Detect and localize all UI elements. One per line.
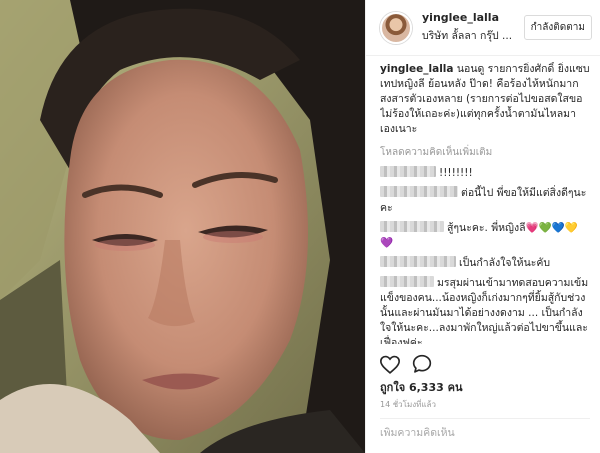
redacted-username[interactable] xyxy=(380,256,456,267)
location-link[interactable]: บริษัท ลั้ลลา กรุ๊ป ... xyxy=(422,27,524,44)
load-more-comments-link[interactable]: โหลดความคิดเห็นเพิ่มเติม xyxy=(380,145,590,160)
comment-text: มรสุมผ่านเข้ามาทดสอบความเข้มแข็งของคน...… xyxy=(380,277,589,344)
comment-item: !!!!!!!! xyxy=(380,166,590,181)
post-header: yinglee_lalla บริษัท ลั้ลลา กรุ๊ป ... กำ… xyxy=(366,0,600,56)
post-photo xyxy=(0,0,365,453)
heart-outline-icon[interactable] xyxy=(380,355,400,374)
header-text: yinglee_lalla บริษัท ลั้ลลา กรุ๊ป ... xyxy=(422,11,524,44)
comment-item: สู้ๆนะคะ. พี่หญิงลี💗💚💙💛💜 xyxy=(380,221,590,251)
like-count[interactable]: ถูกใจ 6,333 คน xyxy=(380,378,462,396)
post-caption: yinglee_lalla นอนดู รายการยิ่งศักดิ์ ยิ่… xyxy=(380,62,590,137)
post-side-panel: yinglee_lalla บริษัท ลั้ลลา กรุ๊ป ... กำ… xyxy=(365,0,600,453)
speech-bubble-icon[interactable] xyxy=(412,354,432,374)
comment-item: เป็นกำลังใจให้นะคับ xyxy=(380,256,590,271)
following-button[interactable]: กำลังติดตาม xyxy=(523,15,592,40)
comment-container: !!!!!!!! ต่อนี้ไป พี่ขอให้มีแต่สิ่งดีๆนะค… xyxy=(380,166,590,344)
post-timestamp: 14 ชั่วโมงที่แล้ว xyxy=(380,400,436,409)
redacted-username[interactable] xyxy=(380,166,436,177)
comment-text: เป็นกำลังใจให้นะคับ xyxy=(459,257,551,269)
action-bar xyxy=(380,352,590,376)
avatar[interactable] xyxy=(380,11,412,44)
comment-item: ต่อนี้ไป พี่ขอให้มีแต่สิ่งดีๆนะคะ xyxy=(380,186,590,216)
redacted-username[interactable] xyxy=(380,186,458,197)
username-link[interactable]: yinglee_lalla xyxy=(422,11,524,24)
redacted-username[interactable] xyxy=(380,221,444,232)
divider xyxy=(380,418,590,419)
comment-text: !!!!!!!! xyxy=(439,167,473,179)
comment-item: มรสุมผ่านเข้ามาทดสอบความเข้มแข็งของคน...… xyxy=(380,276,590,344)
caption-username[interactable]: yinglee_lalla xyxy=(380,63,454,75)
selfie-illustration xyxy=(0,0,365,453)
comments-list[interactable]: yinglee_lalla นอนดู รายการยิ่งศักดิ์ ยิ่… xyxy=(380,62,590,344)
redacted-username[interactable] xyxy=(380,276,434,287)
add-comment-input[interactable] xyxy=(380,427,580,439)
